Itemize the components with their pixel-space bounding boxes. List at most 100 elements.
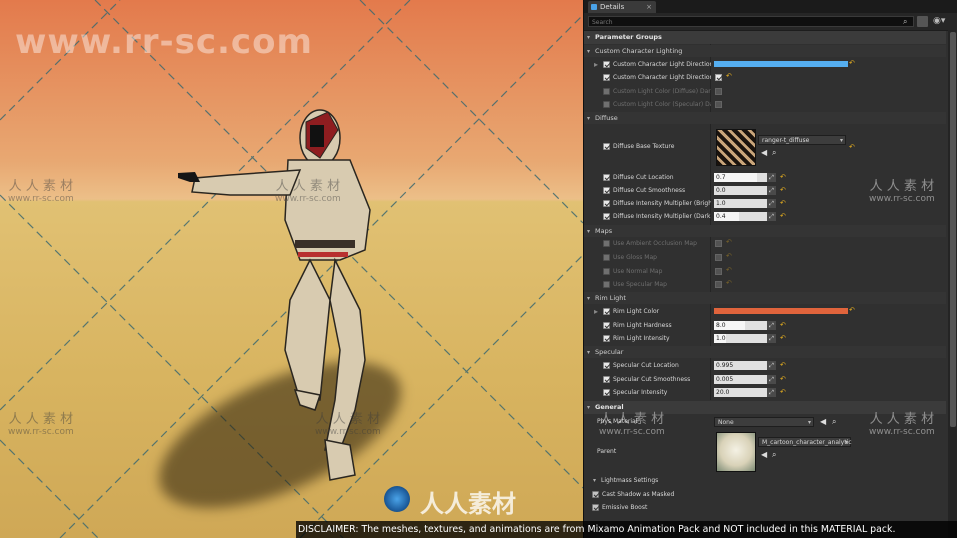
reset-arrow-icon[interactable]: ↶: [726, 266, 732, 275]
reset-arrow-icon[interactable]: ↶: [780, 212, 786, 221]
reset-arrow-icon[interactable]: ↶: [780, 321, 786, 330]
search-icon[interactable]: ⌕: [903, 17, 913, 26]
number-field[interactable]: 8.0 ⤢: [714, 321, 776, 330]
override-checkbox[interactable]: [592, 504, 599, 511]
property-row: ▸ Custom Character Light Direction ↶: [584, 58, 946, 71]
number-field[interactable]: 0.7 ⤢: [714, 173, 776, 182]
group-rim-light[interactable]: ▾ Rim Light: [584, 292, 946, 304]
property-label: Specular Cut Smoothness: [613, 376, 691, 383]
group-specular[interactable]: ▾ Specular: [584, 346, 946, 358]
reset-arrow-icon[interactable]: ↶: [726, 279, 732, 288]
property-label: Custom Light Color (Diffuse) Dark: [613, 88, 711, 95]
eye-icon[interactable]: ◉▾: [933, 16, 945, 27]
reset-arrow-icon[interactable]: ↶: [726, 72, 732, 81]
use-selected-arrow-icon[interactable]: ◀: [761, 149, 767, 157]
override-checkbox[interactable]: [603, 322, 610, 329]
reset-arrow-icon[interactable]: ↶: [780, 199, 786, 208]
lightmass-group[interactable]: ▾ Lightmass Settings: [584, 474, 946, 487]
tab-details[interactable]: Details ×: [588, 1, 656, 13]
property-label: Use Specular Map: [613, 281, 667, 288]
property-label: Custom Character Light Direction: [613, 61, 711, 68]
override-checkbox[interactable]: [603, 240, 610, 247]
property-matrix-icon[interactable]: [917, 16, 928, 27]
reset-arrow-icon[interactable]: ↶: [849, 143, 855, 152]
level-viewport[interactable]: www.rr-sc.com 人 人 素 材 www.rr-sc.com 人 人 素…: [0, 0, 583, 538]
number-field[interactable]: 0.4 ⤢: [714, 212, 776, 221]
close-icon[interactable]: ×: [646, 1, 652, 13]
property-row: Specular Intensity 20.0 ⤢ ↶: [584, 386, 946, 399]
search-row: Search ⌕ ◉▾: [584, 13, 957, 31]
reset-arrow-icon[interactable]: ↶: [780, 375, 786, 384]
override-checkbox[interactable]: [603, 281, 610, 288]
group-custom-lighting[interactable]: ▾ Custom Character Lighting: [584, 45, 946, 57]
texture-thumbnail[interactable]: [716, 129, 756, 166]
property-row: Emissive Boost: [584, 501, 946, 514]
number-field[interactable]: 1.0 ⤢: [714, 199, 776, 208]
override-checkbox[interactable]: [603, 362, 610, 369]
use-selected-arrow-icon[interactable]: ◀: [761, 451, 767, 459]
reset-arrow-icon[interactable]: ↶: [726, 252, 732, 261]
property-label: Use Normal Map: [613, 268, 663, 275]
parameter-groups-header[interactable]: ▾ Parameter Groups: [584, 31, 946, 44]
property-row: ▸ Rim Light Color ↶: [584, 305, 946, 318]
expand-arrow-icon[interactable]: ▸: [594, 61, 598, 69]
value-checkbox[interactable]: [715, 240, 722, 247]
override-checkbox[interactable]: [603, 389, 610, 396]
override-checkbox[interactable]: [603, 200, 610, 207]
value-checkbox[interactable]: [715, 74, 722, 81]
group-diffuse[interactable]: ▾ Diffuse: [584, 112, 946, 124]
details-tab-icon: [591, 4, 597, 10]
browse-search-icon[interactable]: ⌕: [772, 149, 776, 157]
reset-arrow-icon[interactable]: ↶: [849, 59, 855, 68]
override-checkbox[interactable]: [603, 268, 610, 275]
use-selected-arrow-icon[interactable]: ◀: [820, 418, 826, 426]
value-checkbox[interactable]: [715, 101, 722, 108]
panel-scrollbar[interactable]: [948, 30, 957, 538]
value-checkbox[interactable]: [715, 268, 722, 275]
override-checkbox[interactable]: [603, 187, 610, 194]
reset-arrow-icon[interactable]: ↶: [780, 361, 786, 370]
override-checkbox[interactable]: [603, 101, 610, 108]
number-field[interactable]: 0.0 ⤢: [714, 186, 776, 195]
group-maps[interactable]: ▾ Maps: [584, 225, 946, 237]
override-checkbox[interactable]: [603, 174, 610, 181]
number-field[interactable]: 0.995 ⤢: [714, 361, 776, 370]
override-checkbox[interactable]: [603, 254, 610, 261]
override-checkbox[interactable]: [603, 88, 610, 95]
browse-search-icon[interactable]: ⌕: [772, 451, 776, 459]
value-checkbox[interactable]: [715, 281, 722, 288]
reset-arrow-icon[interactable]: ↶: [849, 306, 855, 315]
expand-arrow-icon[interactable]: ▸: [594, 308, 598, 316]
search-input[interactable]: Search: [588, 16, 914, 27]
property-label: Use Ambient Occlusion Map: [613, 240, 697, 247]
property-row: Use Normal Map ↶: [584, 265, 946, 278]
light-direction-color-bar[interactable]: [714, 61, 848, 67]
number-field[interactable]: 0.005 ⤢: [714, 375, 776, 384]
reset-arrow-icon[interactable]: ↶: [726, 238, 732, 247]
override-checkbox[interactable]: [592, 491, 599, 498]
value-checkbox[interactable]: [715, 254, 722, 261]
override-checkbox[interactable]: [603, 74, 610, 81]
browse-search-icon[interactable]: ⌕: [832, 418, 836, 426]
override-checkbox[interactable]: [603, 376, 610, 383]
value-checkbox[interactable]: [715, 88, 722, 95]
reset-arrow-icon[interactable]: ↶: [780, 186, 786, 195]
override-checkbox[interactable]: [603, 213, 610, 220]
watermark-small: 人 人 素 材 www.rr-sc.com: [869, 412, 935, 437]
reset-arrow-icon[interactable]: ↶: [780, 334, 786, 343]
number-field[interactable]: 20.0 ⤢: [714, 388, 776, 397]
scrollbar-thumb[interactable]: [950, 32, 956, 427]
number-field[interactable]: 1.0 ⤢: [714, 334, 776, 343]
reset-arrow-icon[interactable]: ↶: [780, 388, 786, 397]
texture-asset-dropdown[interactable]: ranger-t_diffuse ▾: [758, 135, 846, 145]
parent-material-dropdown[interactable]: M_cartoon_character_analytic ▾: [758, 437, 852, 447]
override-checkbox[interactable]: [603, 143, 610, 150]
reset-arrow-icon[interactable]: ↶: [780, 173, 786, 182]
override-checkbox[interactable]: [603, 335, 610, 342]
override-checkbox[interactable]: [603, 61, 610, 68]
property-row: Use Ambient Occlusion Map ↶: [584, 237, 946, 250]
phys-material-dropdown[interactable]: None ▾: [714, 417, 814, 427]
property-label: Rim Light Color: [613, 308, 660, 315]
rim-light-color-bar[interactable]: [714, 308, 848, 314]
override-checkbox[interactable]: [603, 308, 610, 315]
